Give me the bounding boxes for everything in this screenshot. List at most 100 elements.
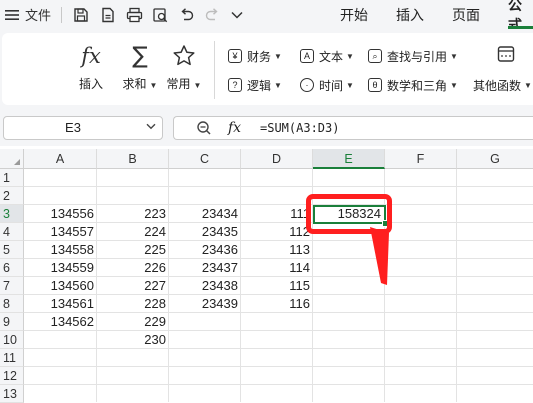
tab-page[interactable]: 页面: [452, 0, 480, 29]
row-header-12[interactable]: 12: [0, 367, 24, 385]
cell-a3[interactable]: 134556: [24, 205, 96, 223]
cell-b8[interactable]: 228: [97, 295, 168, 313]
cell-b7[interactable]: 227: [97, 277, 168, 295]
name-box[interactable]: E3: [3, 116, 163, 140]
cell-b5[interactable]: 225: [97, 241, 168, 259]
cell-d4[interactable]: 112: [241, 223, 312, 241]
finance-button[interactable]: ¥ 财务 ▼: [228, 45, 282, 67]
gridline: [456, 169, 457, 402]
more-chevron-icon[interactable]: [229, 0, 245, 29]
row-header-11[interactable]: 11: [0, 349, 24, 367]
select-all-corner[interactable]: [0, 149, 24, 169]
cell-c3[interactable]: 23434: [169, 205, 240, 223]
sigma-icon: ∑: [132, 43, 148, 69]
row-header-4[interactable]: 4: [0, 223, 24, 241]
cell-a5[interactable]: 134558: [24, 241, 96, 259]
row-header-3[interactable]: 3: [0, 205, 24, 223]
math-trig-button[interactable]: θ 数学和三角 ▼: [368, 74, 458, 96]
row-header-9[interactable]: 9: [0, 313, 24, 331]
redo-icon[interactable]: [202, 0, 222, 29]
tab-home[interactable]: 开始: [340, 0, 368, 29]
function-library-icon: [497, 41, 515, 67]
cell-b10[interactable]: 230: [97, 331, 168, 349]
time-functions-button[interactable]: · 时间 ▼: [300, 74, 354, 96]
column-header-g[interactable]: G: [457, 149, 533, 169]
export-pdf-icon[interactable]: [97, 0, 119, 29]
cell-b6[interactable]: 226: [97, 259, 168, 277]
cell-d5[interactable]: 113: [241, 241, 312, 259]
column-header-f[interactable]: F: [385, 149, 457, 169]
column-header-d[interactable]: D: [241, 149, 313, 169]
tab-insert[interactable]: 插入: [396, 0, 424, 29]
cell-d3[interactable]: 111: [241, 205, 312, 223]
lookup-reference-button[interactable]: ⌕ 查找与引用 ▼: [368, 45, 458, 67]
autosum-label: 求和: [122, 77, 147, 91]
other-functions-button[interactable]: 其他函数 ▼: [473, 74, 532, 96]
formula-bar: E3 fx =SUM(A3:D3): [0, 111, 533, 146]
print-icon[interactable]: [123, 0, 145, 29]
cell-d6[interactable]: 114: [241, 259, 312, 277]
spreadsheet-grid[interactable]: A B C D E F G 1 2 3 4 5 6 7 8 9 10 11 12…: [0, 149, 533, 403]
cell-a6[interactable]: 134559: [24, 259, 96, 277]
text-label: 文本: [319, 49, 344, 64]
more-functions-icon-area: [484, 41, 528, 69]
caret-down-icon: ▼: [346, 51, 354, 61]
math-icon: θ: [368, 78, 382, 92]
zoom-search-icon[interactable]: [196, 120, 212, 136]
autosum-button[interactable]: ∑ 求和 ▼: [115, 41, 165, 101]
cell-d8[interactable]: 116: [241, 295, 312, 313]
row-header-2[interactable]: 2: [0, 187, 24, 205]
column-header-e[interactable]: E: [313, 149, 385, 169]
file-menu[interactable]: 文件: [24, 0, 52, 29]
insert-function-button[interactable]: fx 插入: [70, 41, 112, 101]
formula-input[interactable]: fx =SUM(A3:D3): [173, 116, 533, 140]
menu-icon[interactable]: [4, 0, 20, 29]
cell-c4[interactable]: 23435: [169, 223, 240, 241]
common-label: 常用: [166, 77, 191, 91]
row-header-8[interactable]: 8: [0, 295, 24, 313]
cell-b9[interactable]: 229: [97, 313, 168, 331]
chevron-down-icon[interactable]: [146, 117, 156, 139]
row-header-1[interactable]: 1: [0, 169, 24, 187]
cell-c5[interactable]: 23436: [169, 241, 240, 259]
cell-c6[interactable]: 23437: [169, 259, 240, 277]
cell-b3[interactable]: 223: [97, 205, 168, 223]
insert-function-label: 插入: [78, 77, 103, 91]
row-header-7[interactable]: 7: [0, 277, 24, 295]
cell-a7[interactable]: 134560: [24, 277, 96, 295]
caret-down-icon: ▼: [193, 81, 202, 90]
caret-down-icon: ▼: [524, 80, 532, 90]
finance-label: 财务: [247, 49, 272, 64]
text-icon: A: [300, 49, 314, 63]
row-header-13[interactable]: 13: [0, 385, 24, 403]
select-all-icon: [14, 159, 20, 165]
row-header-10[interactable]: 10: [0, 331, 24, 349]
other-functions-label: 其他函数: [473, 78, 522, 93]
common-functions-button[interactable]: 常用 ▼: [162, 41, 206, 101]
cell-c7[interactable]: 23438: [169, 277, 240, 295]
text-functions-button[interactable]: A 文本 ▼: [300, 45, 354, 67]
star-icon: [172, 41, 196, 71]
caret-down-icon: ▼: [346, 80, 354, 90]
cell-a9[interactable]: 134562: [24, 313, 96, 331]
finance-icon: ¥: [228, 49, 242, 63]
cell-a8[interactable]: 134561: [24, 295, 96, 313]
lookup-label: 查找与引用: [387, 49, 448, 64]
cell-a4[interactable]: 134557: [24, 223, 96, 241]
logic-button[interactable]: ? 逻辑 ▼: [228, 74, 282, 96]
undo-icon[interactable]: [176, 0, 196, 29]
row-header-5[interactable]: 5: [0, 241, 24, 259]
caret-down-icon: ▼: [450, 51, 458, 61]
cell-c8[interactable]: 23439: [169, 295, 240, 313]
cell-b4[interactable]: 224: [97, 223, 168, 241]
tab-formulas[interactable]: 公式: [508, 0, 533, 33]
formula-text[interactable]: =SUM(A3:D3): [260, 117, 339, 139]
row-header-6[interactable]: 6: [0, 259, 24, 277]
column-header-a[interactable]: A: [24, 149, 97, 169]
print-preview-icon[interactable]: [149, 0, 171, 29]
save-icon[interactable]: [70, 0, 92, 29]
cell-d7[interactable]: 115: [241, 277, 312, 295]
column-header-c[interactable]: C: [169, 149, 241, 169]
fx-icon[interactable]: fx: [228, 117, 241, 139]
column-header-b[interactable]: B: [97, 149, 169, 169]
